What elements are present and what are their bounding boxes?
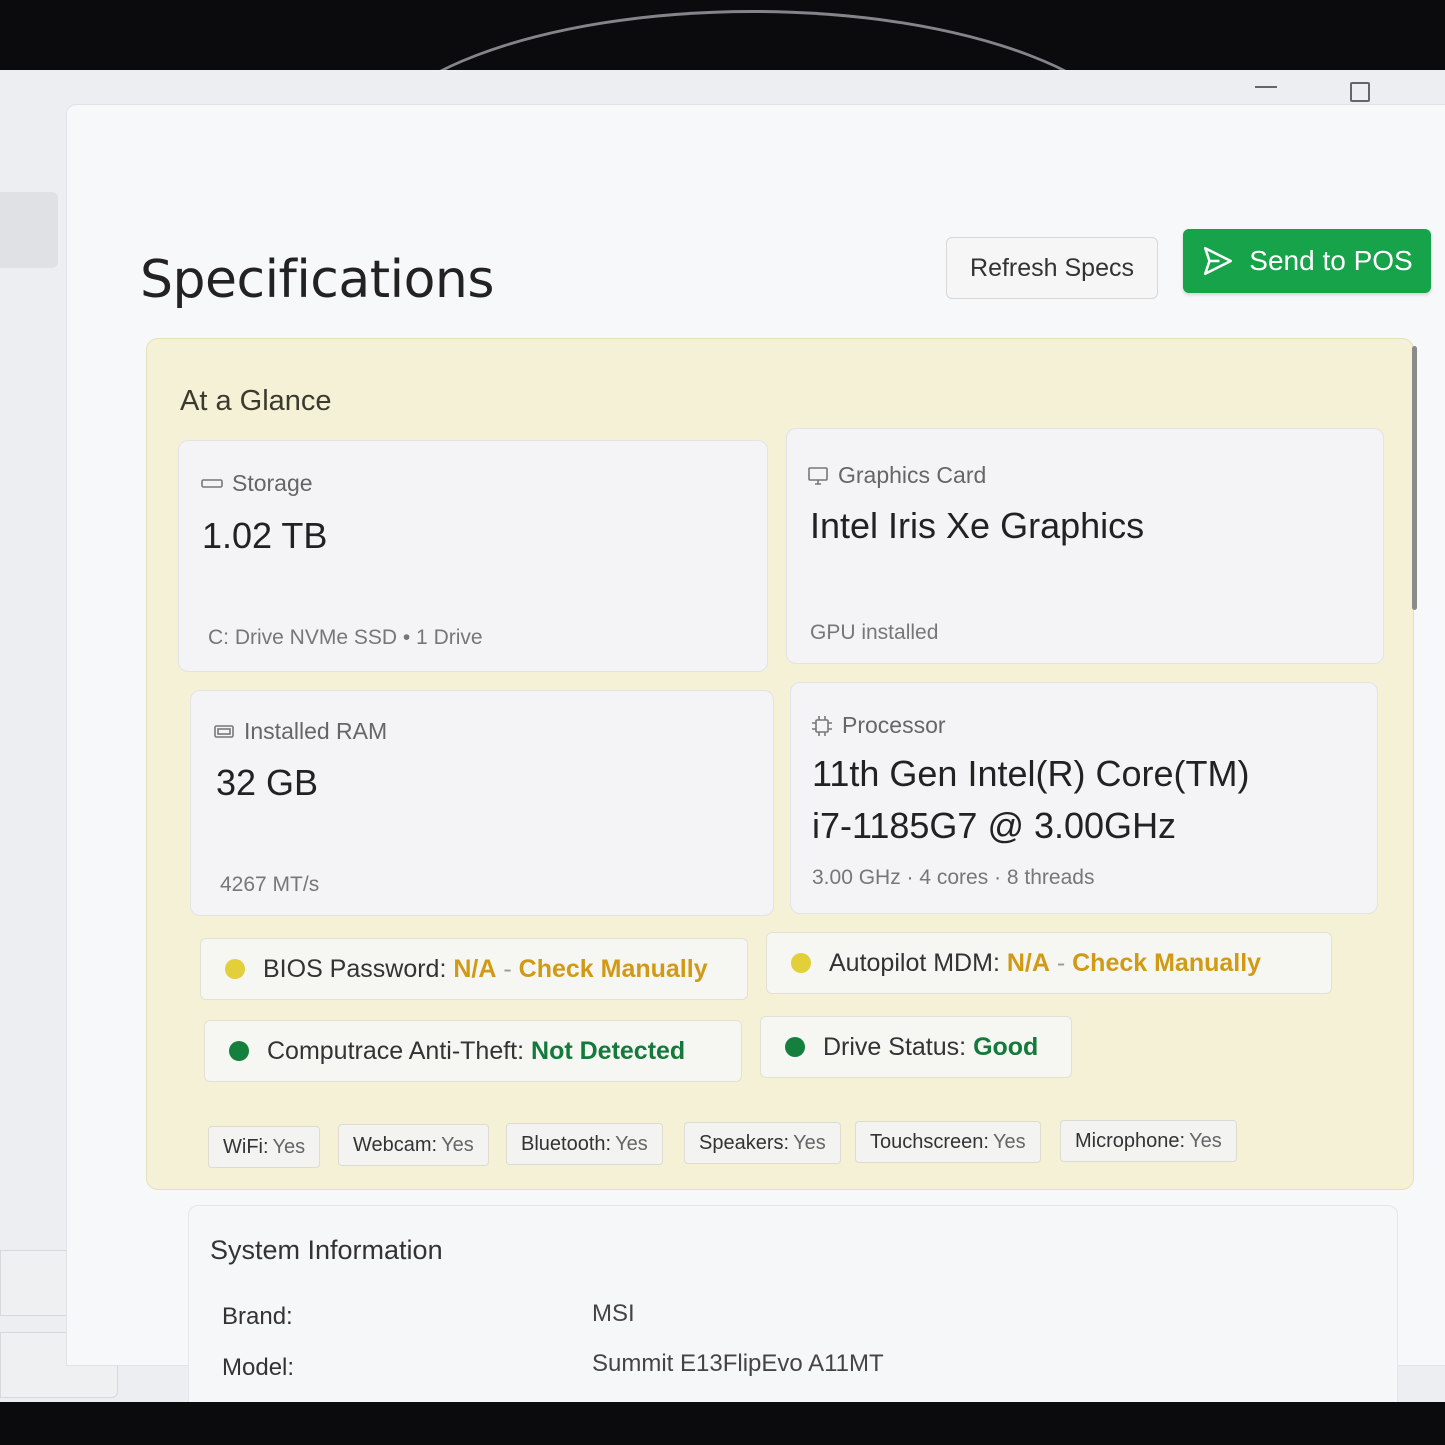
processor-label: Processor	[842, 712, 946, 738]
feature-chip-touchscreen: Touchscreen: Yes	[855, 1121, 1041, 1163]
feature-chip-wifi: WiFi: Yes	[208, 1126, 321, 1168]
model-value: Summit E13FlipEvo A11MT	[592, 1350, 884, 1377]
at-a-glance-title: At a Glance	[180, 385, 332, 417]
bios-password-text: BIOS Password: N/A - Check Manually	[263, 955, 708, 984]
computrace-value: Not Detected	[531, 1036, 686, 1065]
feature-value: Yes	[272, 1135, 306, 1158]
processor-sub: 3.00 GHz · 4 cores · 8 threads	[812, 866, 1095, 889]
drive-status-value: Good	[973, 1032, 1039, 1061]
graphics-sub: GPU installed	[810, 621, 939, 644]
bios-password-note: Check Manually	[518, 954, 708, 983]
storage-value: 1.02 TB	[202, 515, 328, 556]
drive-icon	[201, 478, 223, 488]
autopilot-mdm-label: Autopilot MDM:	[829, 948, 1000, 977]
storage-label-row: Storage	[200, 470, 313, 497]
feature-value: Yes	[992, 1130, 1026, 1153]
autopilot-mdm-note: Check Manually	[1072, 948, 1262, 977]
feature-chip-microphone: Microphone: Yes	[1060, 1120, 1237, 1162]
feature-label: Touchscreen:	[870, 1130, 989, 1153]
system-information-title: System Information	[210, 1235, 443, 1265]
graphics-label-row: Graphics Card	[806, 462, 986, 489]
warning-dot	[225, 959, 245, 979]
bios-password-label: BIOS Password:	[263, 954, 447, 983]
feature-value: Yes	[793, 1131, 826, 1154]
autopilot-mdm-sep: -	[1049, 948, 1073, 977]
warning-dot	[791, 953, 811, 973]
ram-sub: 4267 MT/s	[220, 873, 320, 896]
processor-label-row: Processor	[810, 712, 946, 739]
feature-label: WiFi:	[223, 1135, 269, 1158]
brand-value: MSI	[592, 1300, 635, 1327]
feature-chip-bluetooth: Bluetooth: Yes	[506, 1123, 663, 1165]
feature-label: Speakers:	[699, 1131, 790, 1154]
scrollbar-thumb[interactable]	[1412, 346, 1417, 610]
storage-sub: C: Drive NVMe SSD • 1 Drive	[208, 626, 483, 649]
feature-chip-speakers: Speakers: Yes	[684, 1122, 841, 1164]
model-key: Model:	[222, 1354, 295, 1381]
ram-value: 32 GB	[216, 762, 319, 803]
feature-chip-webcam: Webcam: Yes	[338, 1124, 489, 1166]
send-icon	[1204, 246, 1233, 276]
drive-status-label: Drive Status:	[823, 1032, 967, 1061]
ram-label: Installed RAM	[244, 718, 388, 744]
chip-icon	[812, 715, 832, 736]
processor-value-line2: i7-1185G7 @ 3.00GHz	[812, 805, 1177, 846]
autopilot-mdm-value: N/A	[1006, 948, 1050, 977]
computrace-text: Computrace Anti-Theft: Not Detected	[267, 1037, 685, 1066]
feature-label: Webcam:	[353, 1133, 438, 1156]
send-to-pos-button[interactable]: Send to POS	[1183, 229, 1431, 293]
page-title: Specifications	[140, 250, 494, 310]
maximize-button[interactable]	[1350, 82, 1370, 102]
minimize-button[interactable]	[1255, 86, 1277, 88]
feature-label: Bluetooth:	[521, 1132, 612, 1155]
brand-key: Brand:	[222, 1303, 293, 1330]
autopilot-mdm-status: Autopilot MDM: N/A - Check Manually	[766, 932, 1332, 994]
feature-value: Yes	[441, 1133, 474, 1156]
ok-dot	[229, 1041, 249, 1061]
sidebar-item[interactable]	[0, 192, 58, 268]
refresh-specs-button[interactable]: Refresh Specs	[946, 237, 1158, 299]
drive-status-text: Drive Status: Good	[823, 1033, 1038, 1062]
storage-label: Storage	[232, 470, 313, 496]
monitor-bezel	[0, 1402, 1445, 1445]
graphics-label: Graphics Card	[838, 462, 987, 488]
feature-label: Microphone:	[1075, 1129, 1186, 1152]
drive-status: Drive Status: Good	[760, 1016, 1072, 1078]
computrace-label: Computrace Anti-Theft:	[267, 1036, 525, 1065]
processor-value-line1: 11th Gen Intel(R) Core(TM)	[812, 753, 1250, 794]
memory-icon	[214, 724, 234, 738]
bios-password-status: BIOS Password: N/A - Check Manually	[200, 938, 748, 1000]
feature-value: Yes	[1189, 1129, 1222, 1152]
bios-password-value: N/A	[453, 954, 497, 983]
bios-password-sep: -	[496, 954, 519, 983]
feature-value: Yes	[615, 1132, 648, 1155]
monitor-icon	[808, 466, 828, 485]
ok-dot	[785, 1037, 805, 1057]
ram-label-row: Installed RAM	[212, 718, 387, 745]
autopilot-mdm-text: Autopilot MDM: N/A - Check Manually	[829, 949, 1261, 978]
send-to-pos-label: Send to POS	[1249, 245, 1413, 276]
graphics-value: Intel Iris Xe Graphics	[810, 505, 1145, 546]
computrace-status: Computrace Anti-Theft: Not Detected	[204, 1020, 742, 1082]
